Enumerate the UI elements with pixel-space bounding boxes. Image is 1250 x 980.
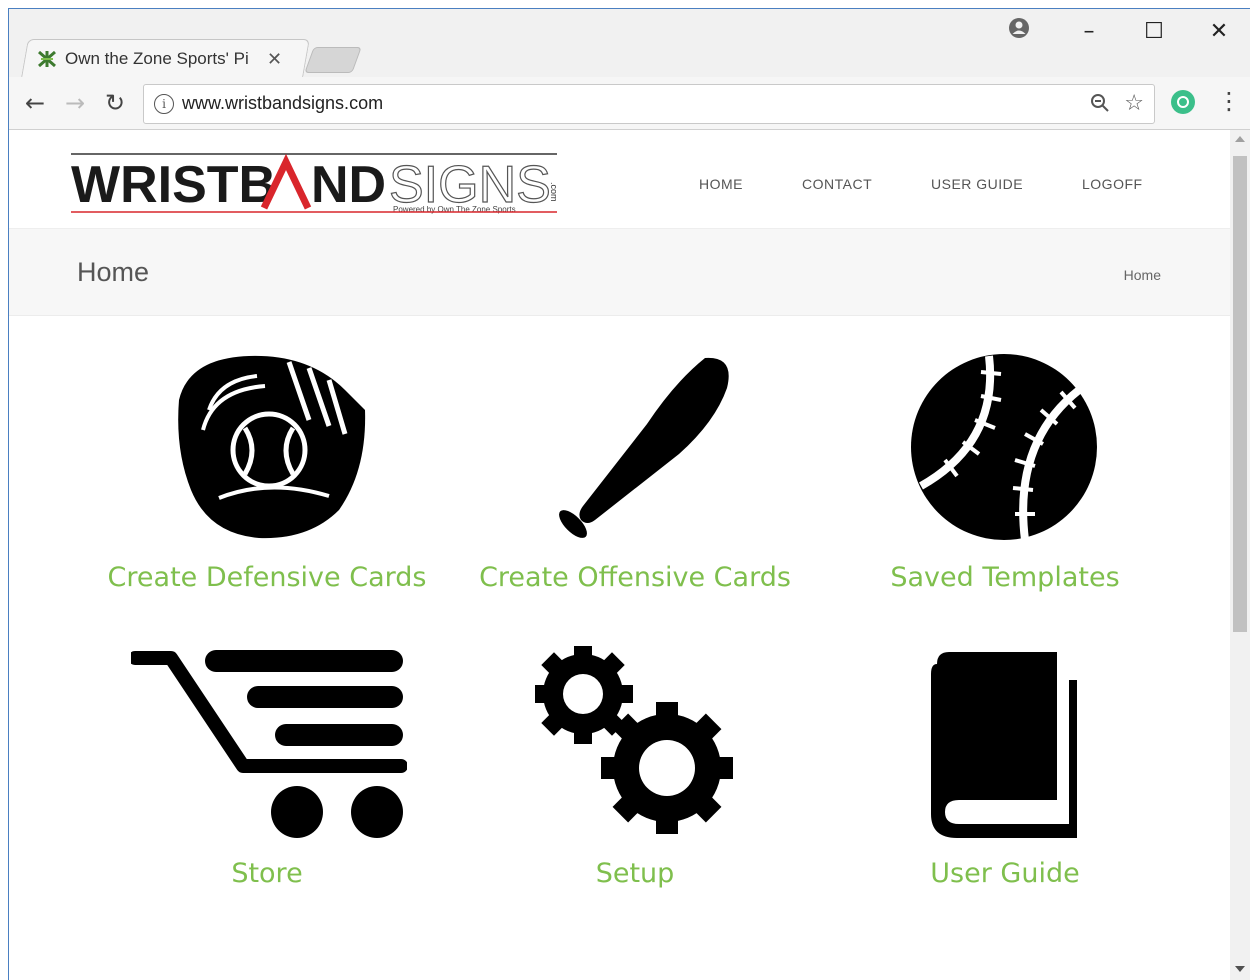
book-icon <box>931 652 1077 838</box>
reload-icon[interactable]: ↻ <box>99 87 131 119</box>
favicon-icon <box>38 50 56 68</box>
site-logo[interactable]: WRISTB ND SIGNS .com Powered by Own The … <box>71 152 559 215</box>
baseball-glove-icon <box>178 355 366 539</box>
tile-user-guide[interactable] <box>929 650 1085 840</box>
tile-label-setup[interactable]: Setup <box>596 858 675 889</box>
extension-icon[interactable] <box>1171 90 1195 114</box>
tab-content[interactable]: Own the Zone Sports' Pi ✕ <box>37 45 297 73</box>
profile-icon[interactable] <box>999 17 1039 45</box>
minimize-icon[interactable]: – <box>1069 19 1109 44</box>
logo-suffix: .com <box>549 182 559 202</box>
scroll-up-icon[interactable] <box>1235 136 1245 142</box>
tab-title: Own the Zone Sports' Pi <box>65 49 249 68</box>
maximize-icon[interactable]: ☐ <box>1134 19 1174 44</box>
back-icon[interactable]: ← <box>19 87 51 119</box>
page-title-bar: Home Home <box>9 229 1230 316</box>
nav-logoff[interactable]: LOGOFF <box>1082 176 1143 192</box>
tile-store[interactable] <box>131 646 407 840</box>
nav-user-guide[interactable]: USER GUIDE <box>931 176 1023 192</box>
new-tab-button[interactable] <box>304 47 362 73</box>
site-header: WRISTB ND SIGNS .com Powered by Own The … <box>9 130 1230 229</box>
address-bar[interactable]: i www.wristbandsigns.com ☆ <box>143 84 1155 124</box>
tab-close-icon[interactable]: ✕ <box>267 49 282 70</box>
baseball-icon <box>911 354 1097 541</box>
url-text[interactable]: www.wristbandsigns.com <box>182 93 383 114</box>
page-title: Home <box>77 257 150 287</box>
scrollbar[interactable] <box>1230 130 1250 980</box>
tile-label-defensive[interactable]: Create Defensive Cards <box>108 562 427 593</box>
bookmark-star-icon[interactable]: ☆ <box>1124 91 1144 116</box>
tile-label-saved-templates[interactable]: Saved Templates <box>890 562 1119 593</box>
browser-window: Own the Zone Sports' Pi ✕ – ☐ ✕ ← → ↻ i … <box>9 9 1250 980</box>
breadcrumb[interactable]: Home <box>1124 267 1161 283</box>
page-content: WRISTB ND SIGNS .com Powered by Own The … <box>9 130 1230 980</box>
tile-defensive-cards[interactable] <box>169 350 369 542</box>
baseball-bat-icon <box>559 357 729 538</box>
browser-toolbar: ← → ↻ i www.wristbandsigns.com ☆ ⋮ <box>9 77 1250 130</box>
logo-text-bold: WRISTB <box>71 156 276 214</box>
nav-contact[interactable]: CONTACT <box>802 176 872 192</box>
gears-icon <box>535 646 733 834</box>
tile-offensive-cards[interactable] <box>539 352 739 542</box>
forward-icon[interactable]: → <box>59 87 91 119</box>
tile-setup[interactable] <box>535 646 739 840</box>
tile-label-user-guide[interactable]: User Guide <box>930 858 1079 889</box>
nav-home[interactable]: HOME <box>699 176 743 192</box>
tile-saved-templates[interactable] <box>909 352 1103 542</box>
tile-label-offensive[interactable]: Create Offensive Cards <box>479 562 791 593</box>
title-bar: Own the Zone Sports' Pi ✕ – ☐ ✕ <box>9 9 1250 78</box>
logo-text-nd: ND <box>311 156 386 214</box>
tile-label-store[interactable]: Store <box>231 858 302 889</box>
scroll-thumb[interactable] <box>1233 156 1247 632</box>
scroll-down-icon[interactable] <box>1235 966 1245 972</box>
zoom-icon[interactable] <box>1090 93 1110 118</box>
shopping-cart-icon <box>131 650 407 838</box>
menu-icon[interactable]: ⋮ <box>1217 87 1241 115</box>
info-icon[interactable]: i <box>154 94 174 114</box>
close-window-icon[interactable]: ✕ <box>1199 19 1239 44</box>
